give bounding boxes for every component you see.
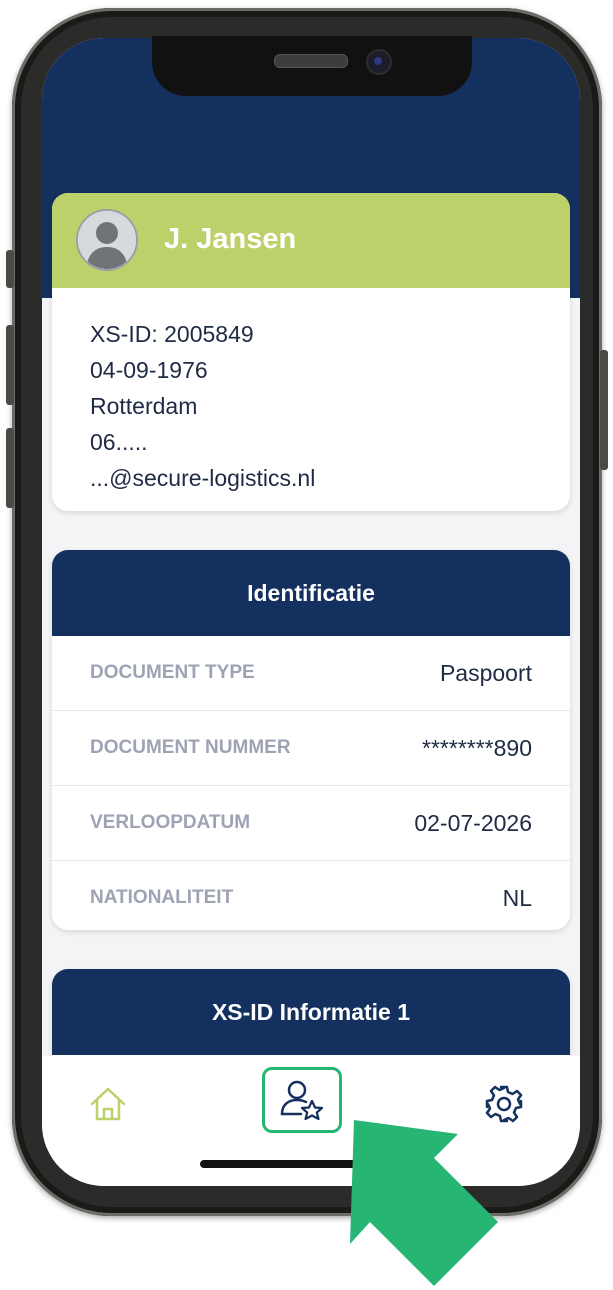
tab-home[interactable] (78, 1074, 138, 1134)
row-label: NATIONALITEIT (90, 887, 234, 908)
person-icon (78, 211, 136, 269)
birthdate-line: 04-09-1976 (90, 357, 208, 383)
gear-icon (485, 1085, 523, 1123)
phone-line: 06..... (90, 429, 148, 455)
identification-title: Identificatie (52, 550, 570, 636)
row-value: Paspoort (439, 659, 532, 686)
profile-header: J. Jansen (52, 193, 570, 288)
volume-up-button (6, 325, 14, 405)
identification-card: Identificatie DOCUMENT TYPE Paspoort DOC… (52, 550, 570, 930)
table-row: VERLOOPDATUM 02-07-2026 (52, 786, 570, 861)
row-value: 02-07-2026 (414, 809, 532, 836)
xs-id-line: XS-ID: 2005849 (90, 321, 254, 347)
profile-card: J. Jansen XS-ID: 2005849 04-09-1976 Rott… (52, 193, 570, 511)
power-button (600, 350, 608, 470)
profile-details: XS-ID: 2005849 04-09-1976 Rotterdam 06..… (52, 288, 570, 511)
user-star-icon (280, 1080, 324, 1121)
home-icon (90, 1087, 126, 1121)
row-value: ********890 (422, 734, 532, 761)
row-label: DOCUMENT TYPE (90, 662, 255, 683)
avatar (76, 209, 138, 271)
table-row: DOCUMENT TYPE Paspoort (52, 636, 570, 711)
row-label: VERLOOPDATUM (90, 812, 251, 833)
silent-switch (6, 250, 14, 288)
app-screen: J. Jansen XS-ID: 2005849 04-09-1976 Rott… (42, 38, 580, 1186)
email-line: ...@secure-logistics.nl (90, 465, 316, 491)
row-value: NL (502, 884, 532, 911)
city-line: Rotterdam (90, 393, 198, 419)
row-label: DOCUMENT NUMMER (90, 737, 291, 758)
profile-name: J. Jansen (164, 223, 297, 255)
table-row: DOCUMENT NUMMER ********890 (52, 711, 570, 786)
table-row: NATIONALITEIT NL (52, 861, 570, 930)
xs-info-title: XS-ID Informatie 1 (52, 969, 570, 1055)
volume-down-button (6, 428, 14, 508)
pointer-arrow-icon (350, 1120, 498, 1286)
